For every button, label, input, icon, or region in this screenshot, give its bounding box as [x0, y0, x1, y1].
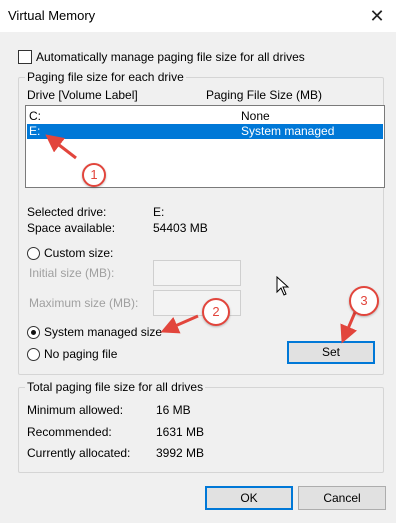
- annotation-arrow-2: [160, 314, 199, 334]
- annotation-arrow-1: [45, 134, 77, 160]
- annotation-marker-2: 2: [202, 298, 230, 326]
- annotation-arrow-3: [340, 309, 358, 344]
- annotation-marker-3: 3: [349, 286, 379, 316]
- annotation-marker-1: 1: [82, 163, 106, 187]
- annotation-arrows: [45, 134, 358, 344]
